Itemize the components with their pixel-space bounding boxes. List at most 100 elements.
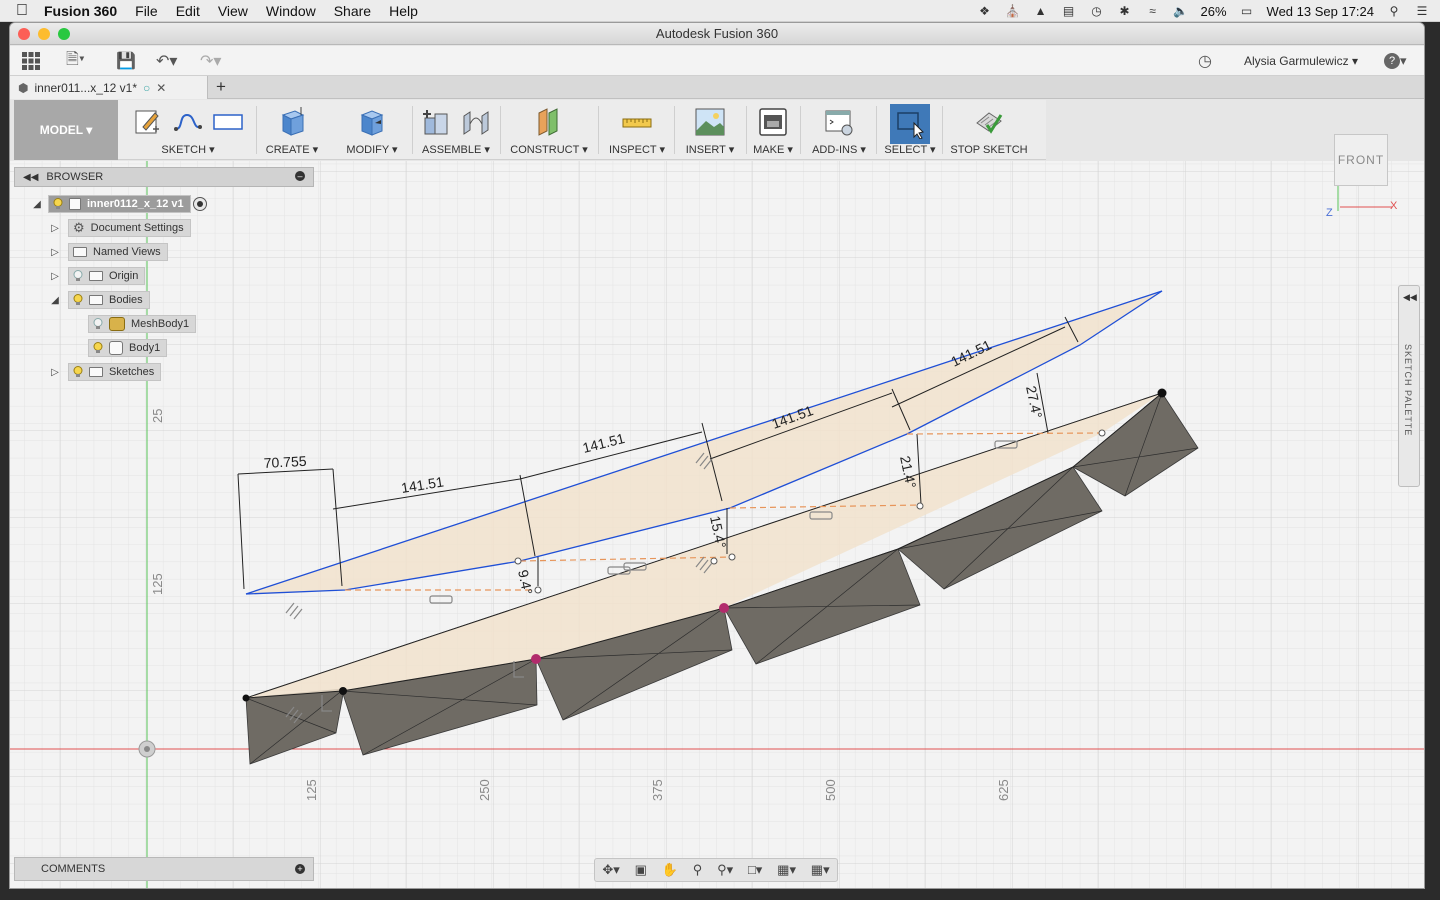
menu-help[interactable]: Help (389, 3, 418, 19)
browser-item-pill[interactable]: Body1 (88, 339, 168, 357)
browser-root-item[interactable]: inner0112_x_12 v1 (48, 195, 191, 213)
expand-toggle-icon[interactable]: ▷ (48, 367, 62, 378)
expand-toggle-icon[interactable]: ▷ (48, 271, 62, 282)
construct-group[interactable]: CONSTRUCT ▾ (504, 100, 594, 160)
browser-item-bodies[interactable]: ◢ Bodies (48, 291, 150, 309)
grid-settings-icon[interactable]: ▦▾ (777, 862, 796, 878)
press-pull-icon[interactable] (356, 106, 388, 138)
fit-icon[interactable]: ⚲▾ (717, 862, 733, 878)
expand-toggle-icon[interactable]: ▷ (48, 223, 62, 234)
zoom-icon[interactable]: ⚲ (693, 862, 703, 878)
browser-item-origin[interactable]: ▷ Origin (48, 267, 146, 285)
design-canvas[interactable]: 70.755 141.51 141.51 141.51 141.51 9.4° … (10, 161, 1424, 888)
browser-item-pill[interactable]: Named Views (68, 243, 168, 261)
help-menu-icon[interactable]: ? ▾ (1384, 51, 1407, 71)
stop-sketch-icon[interactable] (973, 106, 1005, 138)
viewports-icon[interactable]: ▦▾ (811, 862, 830, 878)
visibility-bulb-off-icon[interactable] (73, 270, 83, 282)
document-tab[interactable]: ⬢ inner011...x_12 v1* ○ ✕ (10, 76, 208, 99)
wifi-icon[interactable]: ≈ (1145, 4, 1161, 18)
visibility-bulb-icon[interactable] (93, 342, 103, 354)
job-status-icon[interactable]: ◷ (1198, 51, 1212, 71)
stop-sketch-group[interactable]: STOP SKETCH (944, 100, 1034, 160)
save-icon[interactable]: 💾 (116, 51, 136, 71)
browser-item-pill[interactable]: ⚙ Document Settings (68, 219, 191, 237)
browser-minus-icon[interactable]: – (295, 171, 305, 181)
undo-icon[interactable]: ↶▾ (156, 51, 177, 71)
menu-edit[interactable]: Edit (176, 3, 200, 19)
orbit-icon[interactable]: ✥▾ (602, 862, 619, 878)
addins-group[interactable]: ADD-INS ▾ (804, 100, 874, 160)
joint-icon[interactable] (460, 106, 492, 138)
battery-icon[interactable]: ▭ (1239, 4, 1255, 18)
expand-toggle-icon[interactable]: ◢ (48, 295, 62, 306)
expand-toggle-icon[interactable]: ▷ (48, 247, 62, 258)
close-tab-icon[interactable]: ✕ (156, 81, 166, 95)
canvas-drawing[interactable]: 70.755 141.51 141.51 141.51 141.51 9.4° … (10, 161, 1424, 888)
visibility-bulb-icon[interactable] (53, 198, 63, 210)
new-component-icon[interactable] (420, 106, 452, 138)
visibility-bulb-off-icon[interactable] (93, 318, 103, 330)
display-settings-icon[interactable]: □▾ (748, 862, 762, 878)
sketch-group[interactable]: SKETCH ▾ (122, 100, 254, 160)
app-menu[interactable]: Fusion 360 (44, 3, 117, 19)
notification-center-icon[interactable]: ☰ (1414, 4, 1430, 18)
drive-icon[interactable]: ▲ (1033, 4, 1049, 18)
zoom-window-button[interactable] (58, 28, 70, 40)
browser-item-pill[interactable]: Sketches (68, 363, 162, 381)
apple-icon[interactable]:  (0, 2, 44, 20)
data-panel-grid-icon[interactable] (22, 51, 40, 71)
rectangle-icon[interactable] (212, 106, 244, 138)
time-machine-icon[interactable]: ◷ (1089, 4, 1105, 18)
bluetooth-icon[interactable]: ✱ (1117, 4, 1133, 18)
scripts-addins-icon[interactable] (823, 106, 855, 138)
insert-image-icon[interactable] (694, 106, 726, 138)
pan-icon[interactable]: ✋ (662, 862, 678, 878)
create-sketch-icon[interactable] (132, 106, 164, 138)
user-account-menu[interactable]: Alysia Garmulewicz ▾ (1244, 54, 1358, 68)
close-window-button[interactable] (18, 28, 30, 40)
view-cube[interactable]: FRONT (1334, 134, 1388, 186)
collapse-browser-icon[interactable]: ◀◀ (23, 172, 38, 183)
browser-item-document-settings[interactable]: ▷ ⚙ Document Settings (48, 219, 191, 237)
select-icon[interactable] (890, 104, 930, 144)
file-menu-icon[interactable]: 🗎▾ (66, 51, 85, 71)
new-tab-button[interactable]: + (216, 77, 226, 97)
browser-item-pill[interactable]: Origin (68, 267, 146, 285)
menu-view[interactable]: View (218, 3, 248, 19)
bank-icon[interactable]: ⛪ (1005, 4, 1021, 18)
menu-file[interactable]: File (135, 3, 158, 19)
dropbox-icon[interactable]: ❖ (977, 4, 993, 18)
make-group[interactable]: MAKE ▾ (748, 100, 798, 160)
activate-radio-icon[interactable] (192, 197, 207, 211)
inspect-group[interactable]: INSPECT ▾ (600, 100, 674, 160)
visibility-bulb-icon[interactable] (73, 294, 83, 306)
clock[interactable]: Wed 13 Sep 17:24 (1267, 4, 1374, 19)
sketch-palette[interactable]: ◀◀ SKETCH PALETTE (1398, 285, 1420, 487)
browser-panel-header[interactable]: ◀◀ BROWSER – (14, 167, 314, 187)
browser-item-sketches[interactable]: ▷ Sketches (48, 363, 162, 381)
extrude-icon[interactable] (276, 106, 308, 138)
modify-group[interactable]: MODIFY ▾ (332, 100, 412, 160)
assemble-group[interactable]: ASSEMBLE ▾ (414, 100, 498, 160)
browser-item-pill[interactable]: Bodies (68, 291, 150, 309)
volume-icon[interactable]: 🔈 (1173, 4, 1189, 18)
browser-item-body1[interactable]: Body1 (88, 339, 168, 357)
browser-root-row[interactable]: ◢ inner0112_x_12 v1 (30, 195, 207, 213)
comments-panel[interactable]: COMMENTS + (14, 857, 314, 881)
browser-item-named-views[interactable]: ▷ Named Views (48, 243, 168, 261)
expand-toggle-icon[interactable]: ◢ (30, 199, 44, 210)
create-group[interactable]: CREATE ▾ (260, 100, 324, 160)
add-comment-icon[interactable]: + (295, 864, 305, 874)
menu-window[interactable]: Window (266, 3, 316, 19)
battery-percent[interactable]: 26% (1201, 4, 1227, 19)
look-at-icon[interactable]: ▣ (635, 862, 647, 878)
expand-palette-icon[interactable]: ◀◀ (1403, 292, 1417, 303)
insert-group[interactable]: INSERT ▾ (676, 100, 744, 160)
minimize-window-button[interactable] (38, 28, 50, 40)
select-group[interactable]: SELECT ▾ (880, 100, 940, 160)
3d-print-icon[interactable] (757, 106, 789, 138)
workspace-switcher[interactable]: MODEL ▾ (14, 100, 118, 160)
measure-icon[interactable] (621, 106, 653, 138)
browser-item-pill[interactable]: MeshBody1 (88, 315, 197, 333)
